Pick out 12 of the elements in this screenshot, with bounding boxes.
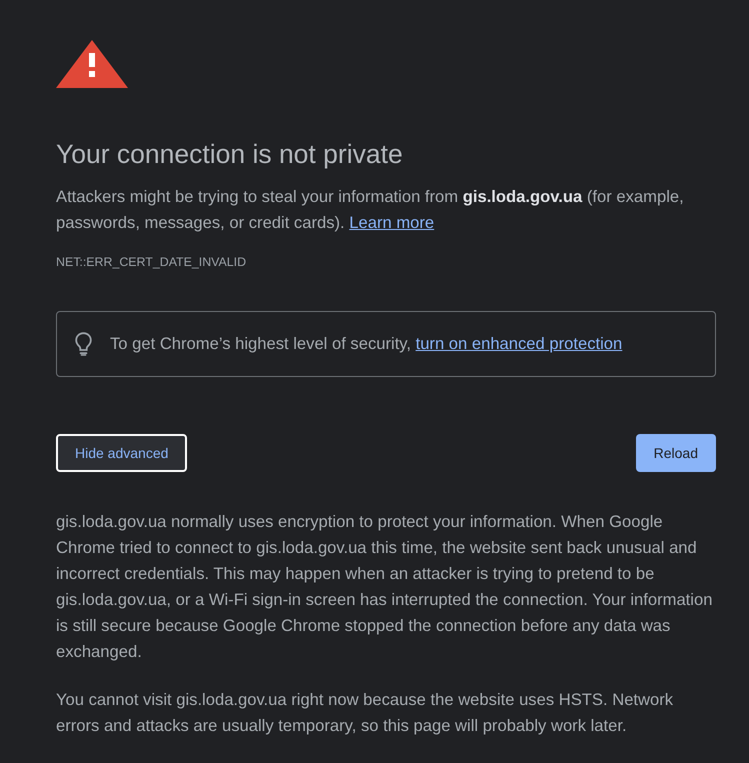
explanation-text: Attackers might be trying to steal your information from gis.loda.gov.ua (for example, passwords, messages, or credit cards). Learn more: [56, 186, 685, 234]
details-paragraph: You cannot visit gis.loda.gov.ua right now because the website uses HSTS. Network errors and attacks are usually temporary, so this page will probably work later.: [56, 689, 674, 737]
reload-button[interactable]: Reload: [636, 434, 716, 472]
learn-more-link[interactable]: Learn more: [349, 213, 434, 232]
page-heading: Your connection is not private: [56, 138, 404, 170]
enhanced-protection-link[interactable]: turn on enhanced protection: [416, 334, 622, 353]
advanced-toggle-button[interactable]: Hide advanced: [56, 434, 188, 472]
details-paragraph: gis.loda.gov.ua normally uses encryption to protect your information. When Google Chrome tried to connect to gis.loda.gov.ua this time, the website sent back unusual and incorrect credentials. This may happen when an attacker is trying to pretend to be gis.loda.gov.ua, or a Wi-Fi sign-in screen has interrupted the connection. Your information is still secure because Google Chrome stopped the connection before any data was exchanged.: [56, 511, 714, 663]
protection-tip-text: To get Chrome’s highest level of security, turn on enhanced protection: [110, 333, 622, 355]
lightbulb-icon: [75, 332, 92, 356]
error-code: NET::ERR_CERT_DATE_INVALID: [56, 254, 248, 270]
warning-icon: [56, 40, 128, 88]
